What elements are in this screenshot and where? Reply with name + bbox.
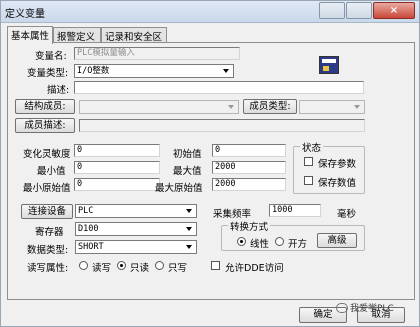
write-only-label: 只写 [168, 263, 188, 274]
advanced-button[interactable]: 高级 [317, 233, 357, 248]
member-type-button[interactable]: 成员类型: [243, 99, 297, 114]
min-raw-label: 最小原始值 [23, 183, 71, 194]
chevron-down-icon [226, 102, 237, 112]
save-param-label: 保存参数 [318, 159, 357, 170]
max-value-field[interactable]: 2000 [212, 161, 286, 174]
status-group-label: 状态 [300, 140, 324, 154]
window-title: 定义变量 [5, 9, 45, 20]
chevron-down-icon [221, 66, 232, 76]
sensitivity-field[interactable]: 0 [74, 144, 160, 157]
datatype-select[interactable]: SHORT [75, 240, 197, 254]
dde-access-checkbox[interactable] [211, 261, 220, 270]
min-raw-field[interactable]: 0 [74, 178, 160, 191]
write-only-radio[interactable] [155, 261, 164, 270]
device-value: PLC [78, 206, 94, 216]
max-raw-field[interactable]: 2000 [212, 178, 286, 191]
tab-basic[interactable]: 基本属性 [7, 26, 53, 44]
read-write-label: 读写 [92, 263, 112, 274]
minimize-button[interactable] [319, 2, 345, 19]
min-value-field[interactable]: 0 [74, 161, 160, 174]
init-value-label: 初始值 [173, 149, 202, 160]
sensitivity-label: 变化灵敏度 [23, 149, 71, 160]
member-desc-button[interactable]: 成员描述: [15, 118, 75, 133]
read-only-radio[interactable] [117, 261, 126, 270]
struct-member-button[interactable]: 结构成员: [15, 99, 75, 114]
linear-radio[interactable] [237, 237, 246, 246]
tab-record-security[interactable]: 记录和安全区 [101, 27, 167, 43]
close-button[interactable]: × [373, 2, 415, 19]
watermark-text: 我爱学PLC [350, 304, 394, 314]
member-type-select[interactable] [299, 100, 365, 114]
init-value-field[interactable]: 0 [212, 144, 286, 157]
chevron-down-icon [352, 102, 363, 112]
sqrt-label: 开方 [288, 239, 308, 250]
sqrt-radio[interactable] [275, 237, 284, 246]
linear-label: 线性 [250, 239, 270, 250]
var-name-label: 变量名: [35, 51, 67, 62]
datatype-value: SHORT [78, 242, 104, 252]
datatype-label: 数据类型: [27, 245, 69, 256]
sample-rate-field[interactable]: 1000 [269, 204, 321, 217]
sample-rate-label: 采集频率 [213, 209, 252, 220]
max-raw-label: 最大原始值 [155, 183, 203, 194]
var-type-label: 变量类型: [27, 68, 69, 79]
convert-group-label: 转换方式 [228, 219, 271, 233]
maximize-button[interactable] [346, 2, 372, 19]
dde-access-label: 允许DDE访问 [225, 263, 284, 274]
save-param-checkbox[interactable] [304, 157, 313, 166]
struct-member-select[interactable] [79, 100, 239, 114]
read-write-radio[interactable] [79, 261, 88, 270]
register-label: 寄存器 [35, 227, 64, 238]
desc-field[interactable] [74, 81, 364, 94]
register-select[interactable]: D100 [75, 222, 197, 236]
max-value-label: 最大值 [173, 166, 202, 177]
min-value-label: 最小值 [37, 166, 66, 177]
var-name-field[interactable]: PLC模拟量输入 [74, 47, 240, 60]
chevron-down-icon [184, 242, 195, 252]
watermark: 我爱学PLC [336, 301, 418, 315]
variable-icon [319, 56, 339, 74]
register-value: D100 [78, 224, 99, 234]
chevron-down-icon [184, 206, 195, 216]
var-type-select[interactable]: I/O整数 [74, 64, 234, 78]
tab-alarm[interactable]: 报警定义 [53, 27, 101, 43]
save-value-label: 保存数值 [318, 178, 357, 189]
wechat-icon [336, 303, 348, 313]
read-only-label: 只读 [130, 263, 150, 274]
chevron-down-icon [184, 224, 195, 234]
title-bar: 定义变量 × [1, 1, 419, 23]
desc-label: 描述: [47, 85, 70, 96]
device-select[interactable]: PLC [75, 204, 197, 218]
sample-rate-unit: 毫秒 [337, 209, 357, 220]
define-variable-dialog: 定义变量 × 基本属性 报警定义 记录和安全区 变量名: PLC模拟量输入 变量… [0, 0, 420, 327]
rw-label: 读写属性: [27, 263, 69, 274]
var-type-value: I/O整数 [77, 66, 110, 76]
save-value-checkbox[interactable] [304, 176, 313, 185]
connect-device-button[interactable]: 连接设备 [21, 204, 73, 219]
member-desc-field[interactable] [79, 119, 365, 132]
